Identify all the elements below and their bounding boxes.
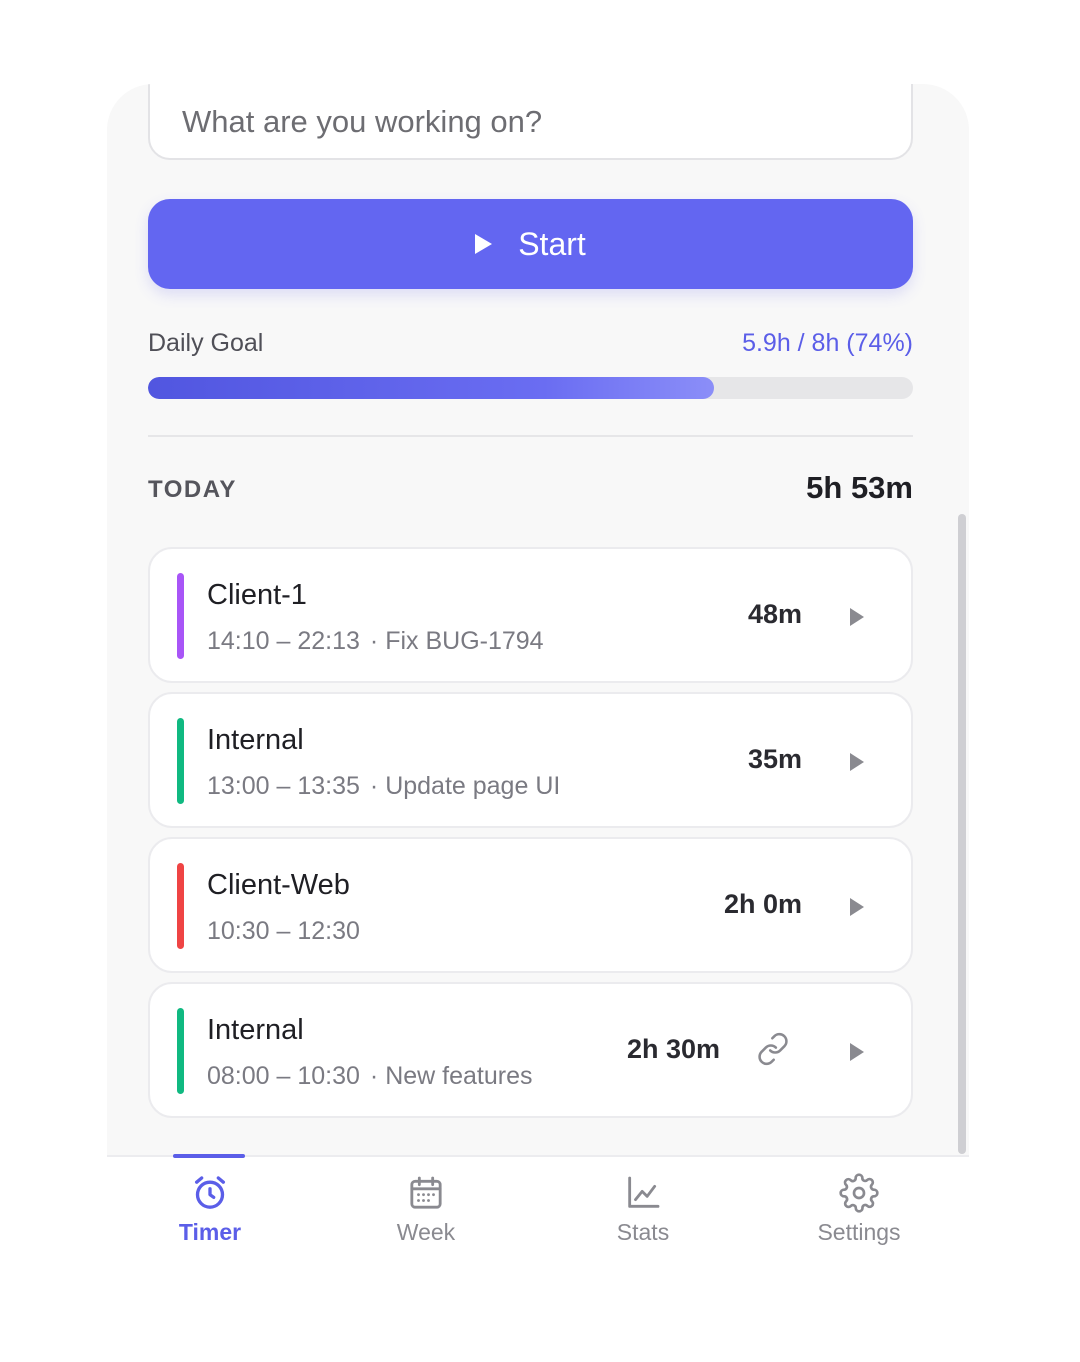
entry-time: 13:00 – 13:35 xyxy=(207,772,360,800)
link-icon[interactable] xyxy=(756,1032,790,1066)
entry-meta: 10:30 – 12:30 xyxy=(207,917,360,946)
time-entry[interactable]: Client-1 14:10 – 22:13 · Fix BUG-1794 48m xyxy=(148,547,913,683)
nav-label: Timer xyxy=(178,1219,242,1245)
bottom-nav: Timer Week Stats Settings xyxy=(107,1154,969,1262)
time-entry[interactable]: Client-Web 10:30 – 12:30 2h 0m xyxy=(148,837,913,973)
calendar-icon xyxy=(410,1176,442,1209)
play-icon xyxy=(475,234,493,254)
entry-project: Internal xyxy=(207,1014,304,1046)
project-color-bar xyxy=(177,863,184,949)
entry-duration: 35m xyxy=(747,744,802,774)
divider xyxy=(148,435,913,437)
chart-line-icon xyxy=(628,1176,660,1208)
scrollbar[interactable] xyxy=(958,514,966,1154)
entry-description: · New features xyxy=(369,1062,533,1090)
resume-play-icon[interactable] xyxy=(850,608,864,626)
nav-label: Week xyxy=(396,1219,456,1245)
project-color-bar xyxy=(177,573,184,659)
start-button-label: Start xyxy=(518,225,586,262)
nav-label: Settings xyxy=(817,1219,901,1245)
entry-time: 08:00 – 10:30 xyxy=(207,1062,360,1090)
nav-item-stats[interactable]: Stats xyxy=(568,1173,718,1246)
task-input[interactable] xyxy=(148,84,913,160)
entry-project: Internal xyxy=(207,724,304,756)
resume-play-icon[interactable] xyxy=(850,898,864,916)
resume-play-icon[interactable] xyxy=(850,1043,864,1061)
gear-icon xyxy=(839,1173,879,1213)
entry-description: · Update page UI xyxy=(369,772,561,800)
entry-time: 10:30 – 12:30 xyxy=(207,917,360,945)
entry-project: Client-Web xyxy=(207,869,350,901)
today-total: 5h 53m xyxy=(806,470,913,505)
active-tab-indicator xyxy=(173,1154,245,1158)
entry-description: · Fix BUG-1794 xyxy=(369,627,544,655)
entry-duration: 2h 0m xyxy=(723,889,802,919)
daily-goal-progress-fill xyxy=(148,377,715,399)
entry-meta: 14:10 – 22:13 · Fix BUG-1794 xyxy=(207,627,544,656)
nav-label: Stats xyxy=(616,1219,670,1245)
time-entry[interactable]: Internal 13:00 – 13:35 · Update page UI 3… xyxy=(148,692,913,828)
project-color-bar xyxy=(177,718,184,804)
entry-meta: 13:00 – 13:35 · Update page UI xyxy=(207,772,560,801)
alarm-clock-icon xyxy=(195,1176,225,1209)
entry-duration: 48m xyxy=(747,599,802,629)
entry-duration: 2h 30m xyxy=(626,1034,720,1064)
entry-time: 14:10 – 22:13 xyxy=(207,627,360,655)
start-button[interactable]: Start xyxy=(148,199,913,289)
resume-play-icon[interactable] xyxy=(850,753,864,771)
nav-item-settings[interactable]: Settings xyxy=(784,1173,934,1246)
nav-item-week[interactable]: Week xyxy=(351,1173,501,1246)
entry-project: Client-1 xyxy=(207,579,307,611)
daily-goal-value: 5.9h / 8h (74%) xyxy=(742,329,913,357)
entry-meta: 08:00 – 10:30 · New features xyxy=(207,1062,532,1091)
daily-goal-label: Daily Goal xyxy=(148,329,264,357)
timer-app: Start Daily Goal 5.9h / 8h (74%) TODAY 5… xyxy=(107,84,969,1262)
time-entry[interactable]: Internal 08:00 – 10:30 · New features 2h … xyxy=(148,982,913,1118)
daily-goal-progress xyxy=(148,377,913,399)
project-color-bar xyxy=(177,1008,184,1094)
today-label: TODAY xyxy=(148,476,237,503)
nav-item-timer[interactable]: Timer xyxy=(135,1173,285,1246)
